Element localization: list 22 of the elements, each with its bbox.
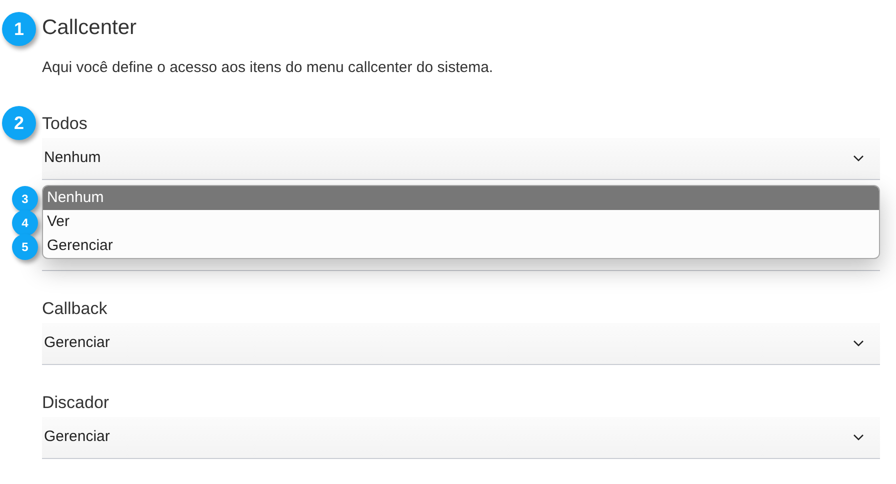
chevron-down-icon (853, 155, 864, 162)
chevron-down-icon (853, 434, 864, 441)
field-label: Todos (42, 113, 88, 135)
step-badge: 4 (12, 210, 38, 236)
select-field[interactable]: Gerenciar (42, 417, 880, 459)
select-field[interactable]: Nenhum (42, 138, 880, 180)
page-title: Callcenter (42, 15, 138, 41)
field-label: Callback (42, 298, 108, 320)
chevron-down-icon (853, 340, 864, 347)
step-badge: 5 (12, 234, 38, 260)
step-badge: 3 (12, 186, 38, 212)
step-badge: 1 (2, 12, 36, 46)
step-badge: 2 (2, 106, 36, 140)
field-label: Discador (42, 392, 110, 414)
page-description: Aqui você define o acesso aos itens do menu callcenter do sistema. (42, 58, 494, 78)
select-value: Gerenciar (44, 333, 110, 354)
select-value: Nenhum (44, 148, 101, 168)
dropdown-option[interactable]: Ver (43, 210, 879, 234)
select-value: Gerenciar (44, 427, 110, 448)
select-field[interactable]: Gerenciar (42, 323, 880, 365)
dropdown-option[interactable]: Gerenciar (43, 234, 879, 258)
dropdown-option[interactable]: Nenhum (43, 186, 879, 210)
